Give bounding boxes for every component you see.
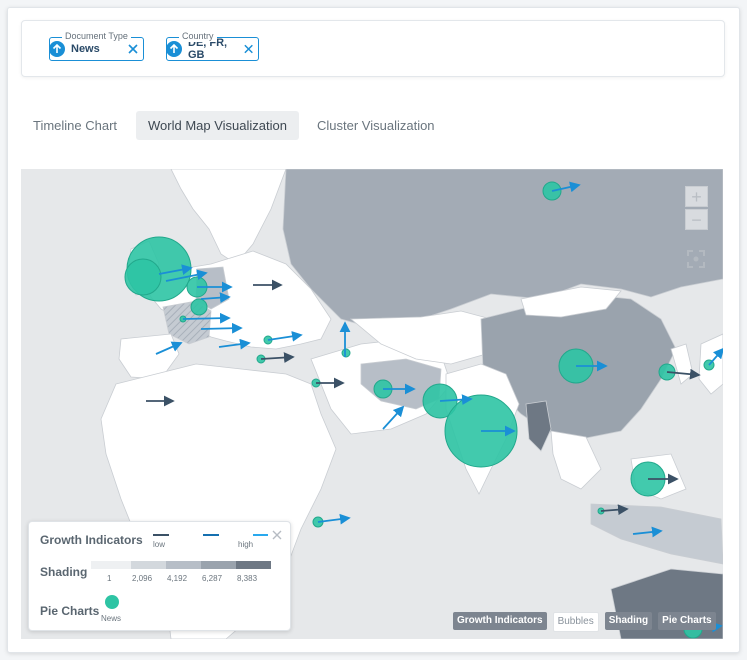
shade-step-4 — [201, 561, 236, 569]
legend-pie-title: Pie Charts — [40, 604, 100, 618]
visualization-tabs: Timeline Chart World Map Visualization C… — [8, 111, 739, 141]
shade-value-1: 1 — [107, 574, 112, 583]
close-icon[interactable] — [127, 43, 139, 55]
legend-growth-high: high — [238, 540, 254, 549]
shade-value-4: 6,287 — [202, 574, 223, 583]
filter-bar: Document Type News Country DE, FR, GB — [21, 20, 725, 77]
tab-cluster-visualization[interactable]: Cluster Visualization — [305, 111, 447, 140]
legend-growth-title: Growth Indicators — [40, 533, 143, 547]
filter-chip-country[interactable]: Country DE, FR, GB — [166, 30, 259, 61]
layer-pie-charts-button[interactable]: Pie Charts — [658, 612, 716, 630]
tab-timeline-chart[interactable]: Timeline Chart — [21, 111, 129, 140]
close-icon[interactable] — [271, 529, 283, 541]
shade-value-2: 2,096 — [132, 574, 153, 583]
filter-label: Document Type — [62, 30, 131, 42]
zoom-out-button[interactable]: − — [685, 209, 708, 230]
world-map[interactable]: + − Growth Indicators low high Shading 1… — [21, 169, 723, 639]
layer-shading-button[interactable]: Shading — [604, 612, 653, 630]
layer-growth-indicators-button[interactable]: Growth Indicators — [453, 612, 547, 630]
main-card: Document Type News Country DE, FR, GB Ti… — [7, 7, 740, 653]
legend-panel: Growth Indicators low high Shading 1 2,0… — [28, 521, 291, 631]
shade-step-2 — [131, 561, 166, 569]
fullscreen-icon[interactable] — [686, 249, 706, 269]
bubble-fr — [190, 298, 208, 316]
bubble-caucasus — [341, 348, 351, 358]
pie-swatch-news — [105, 595, 119, 609]
legend-shading-title: Shading — [40, 565, 88, 579]
growth-scale — [153, 534, 268, 536]
filter-label: Country — [179, 30, 217, 42]
close-icon[interactable] — [243, 43, 254, 55]
shade-step-1 — [91, 561, 131, 569]
layer-bubbles-button[interactable]: Bubbles — [552, 612, 599, 632]
pie-label-news: News — [101, 614, 122, 623]
arrow-up-icon — [49, 41, 65, 57]
filter-chip-document-type[interactable]: Document Type News — [49, 30, 144, 61]
arrow-up-icon — [166, 41, 182, 57]
bubble-gb-small — [124, 258, 162, 296]
shade-step-3 — [166, 561, 201, 569]
legend-growth-low: low — [153, 540, 166, 549]
tab-world-map[interactable]: World Map Visualization — [136, 111, 299, 140]
filter-value: News — [71, 43, 100, 55]
shade-value-5: 8,383 — [237, 574, 258, 583]
map-layer-buttons: Growth Indicators Bubbles Shading Pie Ch… — [447, 612, 716, 632]
shade-step-5 — [236, 561, 271, 569]
zoom-in-button[interactable]: + — [685, 186, 708, 207]
shade-value-3: 4,192 — [167, 574, 188, 583]
